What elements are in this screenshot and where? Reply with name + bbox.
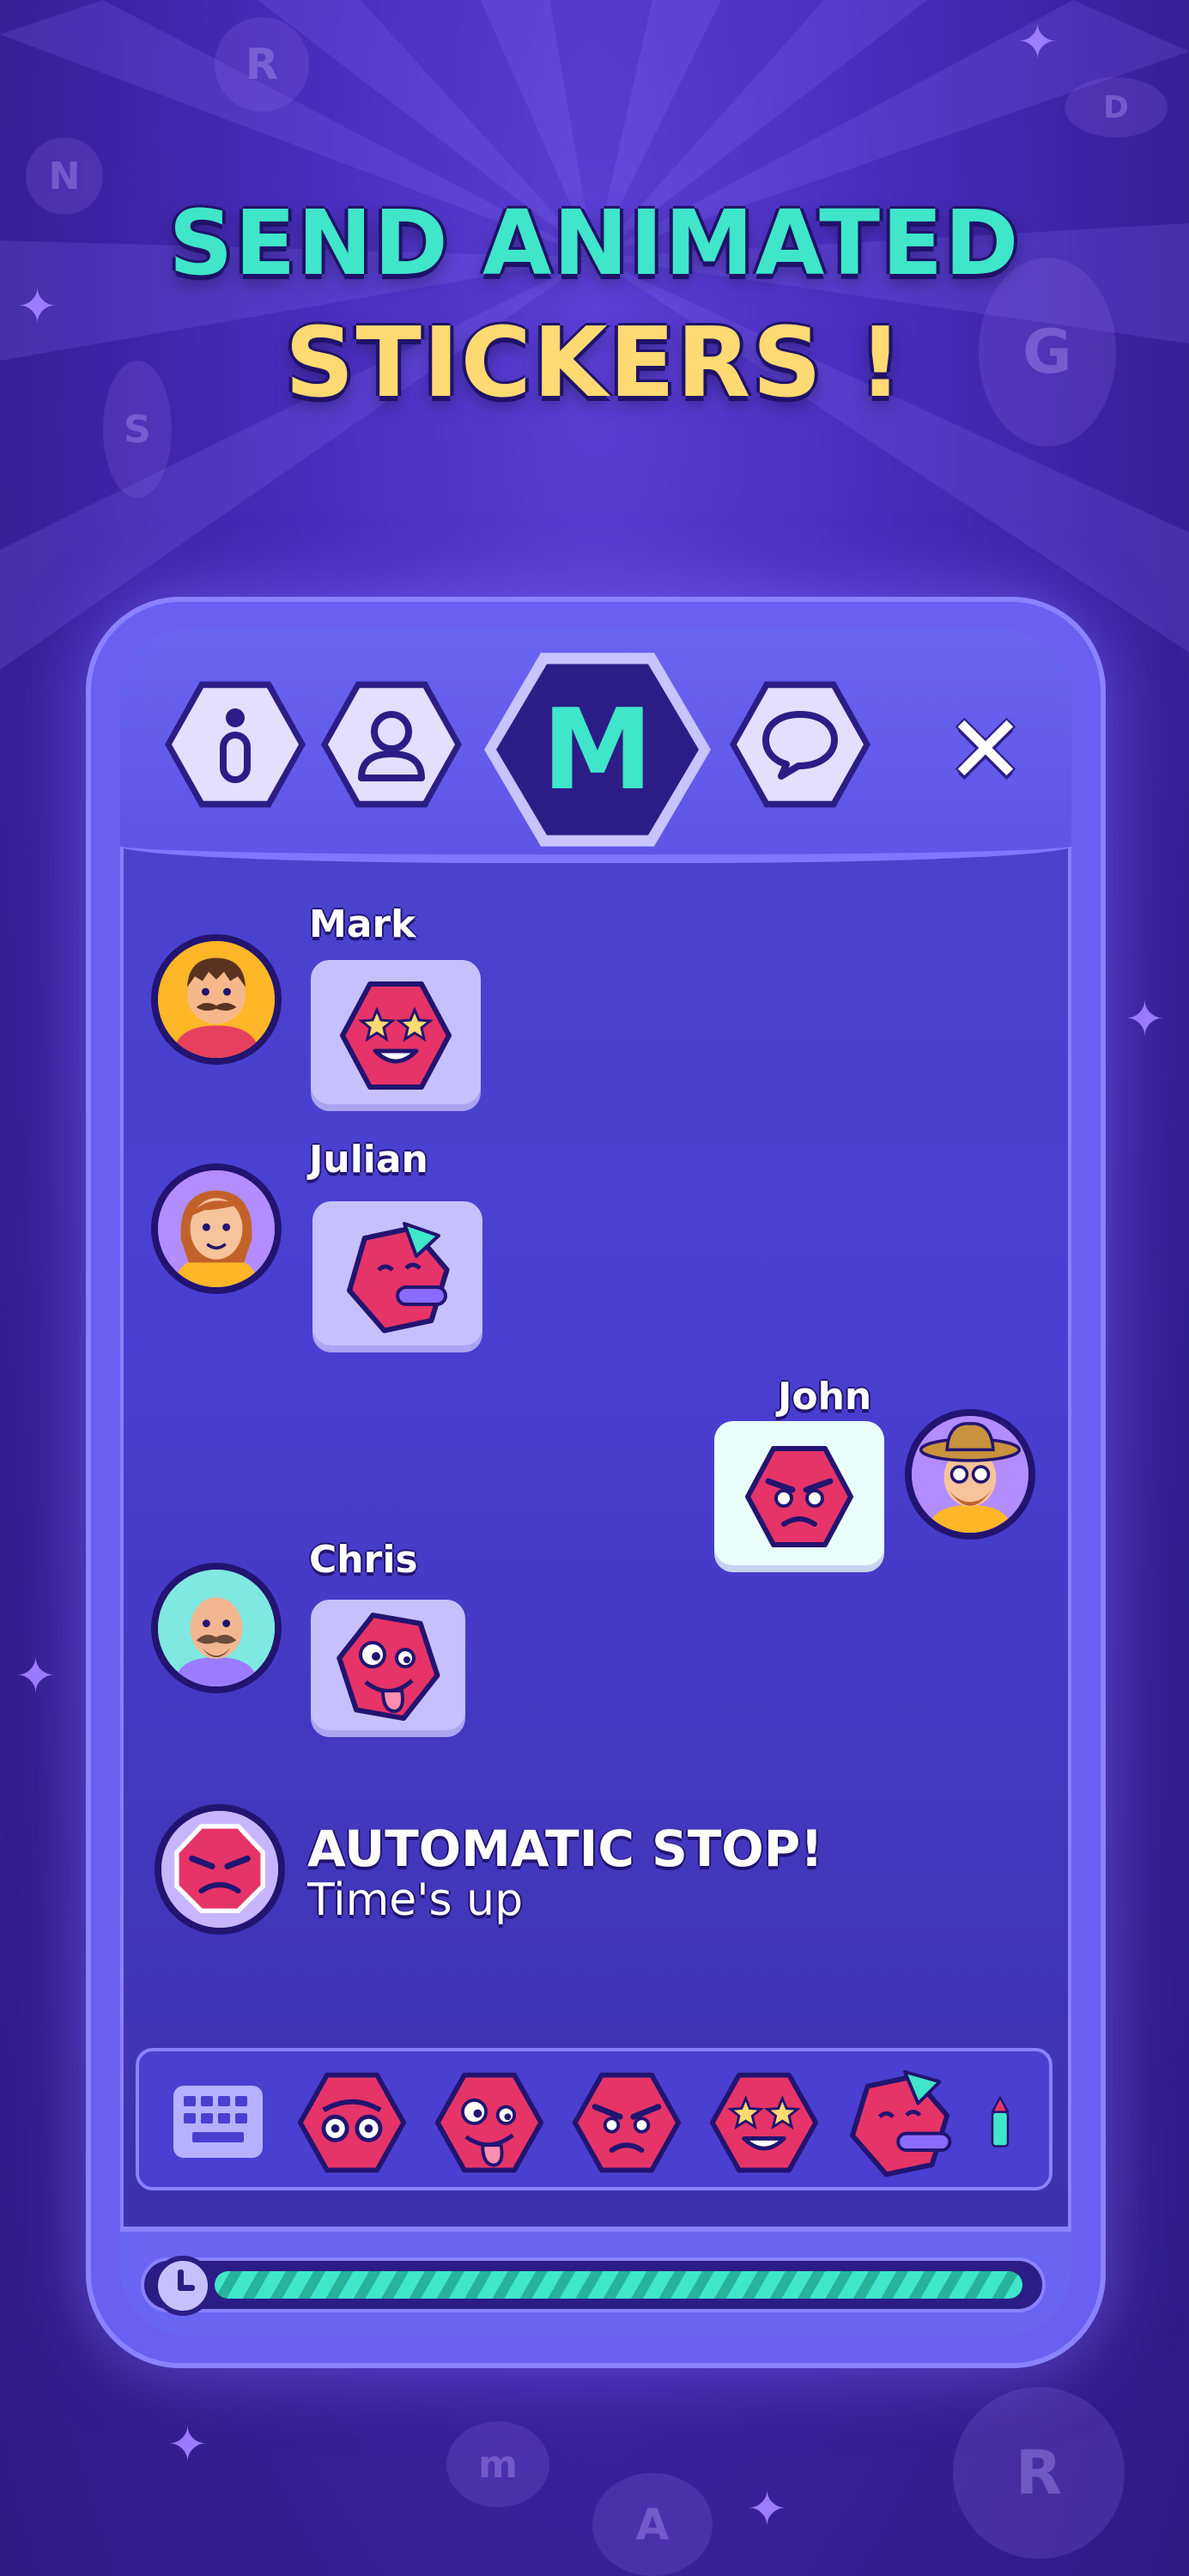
angry-sticker[interactable] (568, 2067, 685, 2178)
sticker-message[interactable] (714, 1421, 884, 1572)
clock-icon (153, 2256, 213, 2316)
tab-chat[interactable] (730, 681, 871, 808)
system-message-subtitle: Time's up (307, 1874, 524, 1926)
keyboard-icon[interactable] (173, 2086, 263, 2158)
m-letter-icon: M (542, 684, 653, 815)
background-coin: A (592, 2473, 713, 2576)
sender-name: Chris (309, 1538, 418, 1582)
background-coin: R (953, 2387, 1125, 2559)
sticker-tray (136, 2048, 1053, 2190)
sparkle-icon: ✦ (167, 2417, 208, 2473)
avatar-mark[interactable] (151, 934, 282, 1065)
info-icon (220, 708, 251, 783)
firework-sticker[interactable] (989, 2067, 1049, 2178)
chat-icon (762, 711, 838, 780)
star-eyes-sticker[interactable] (706, 2067, 822, 2178)
sticker-message[interactable] (311, 1600, 465, 1737)
tab-bar: M ✕ (120, 629, 1071, 863)
background-coin: D (1065, 77, 1168, 137)
tongue-out-sticker (337, 1613, 440, 1722)
background-coin: R (215, 17, 309, 112)
stop-sign-icon (155, 1804, 285, 1935)
avatar-chris[interactable] (151, 1563, 282, 1693)
sparkle-icon: ✦ (747, 2482, 787, 2537)
sticker-message[interactable] (311, 960, 481, 1111)
tab-stickers[interactable]: M (484, 653, 711, 847)
party-blower-sticker (347, 1222, 450, 1334)
chat-panel: M ✕ Mark Julian John Chris AUTOMATIC STO… (120, 629, 1071, 2336)
angry-sticker (745, 1446, 853, 1547)
timer-bar (120, 2227, 1071, 2336)
party-blower-sticker[interactable] (843, 2067, 960, 2178)
sticker-message[interactable] (312, 1201, 482, 1352)
system-message-title: AUTOMATIC STOP! (307, 1820, 823, 1878)
headline-line-1: SEND ANIMATED (168, 191, 1021, 295)
background-coin: m (446, 2421, 549, 2507)
tab-profile[interactable] (321, 681, 462, 808)
sender-name: John (778, 1375, 872, 1419)
sparkle-icon: ✦ (15, 1649, 56, 1704)
headline-line-2: STICKERS ! (284, 307, 905, 419)
avatar-john[interactable] (905, 1409, 1035, 1540)
user-icon (358, 711, 425, 781)
avatar-julian[interactable] (151, 1163, 282, 1294)
tab-info[interactable] (165, 681, 306, 808)
timer-progress-fill (215, 2271, 1022, 2299)
sparkle-icon: ✦ (1125, 992, 1165, 1048)
sender-name: Julian (309, 1138, 428, 1182)
close-icon[interactable]: ✕ (943, 702, 1028, 797)
sparkle-icon: ✦ (1017, 15, 1058, 70)
sender-name: Mark (309, 902, 416, 946)
star-eyes-sticker (340, 981, 452, 1090)
tongue-out-sticker[interactable] (431, 2067, 548, 2178)
round-eyes-sticker[interactable] (294, 2067, 410, 2178)
timer-track (141, 2256, 1046, 2316)
